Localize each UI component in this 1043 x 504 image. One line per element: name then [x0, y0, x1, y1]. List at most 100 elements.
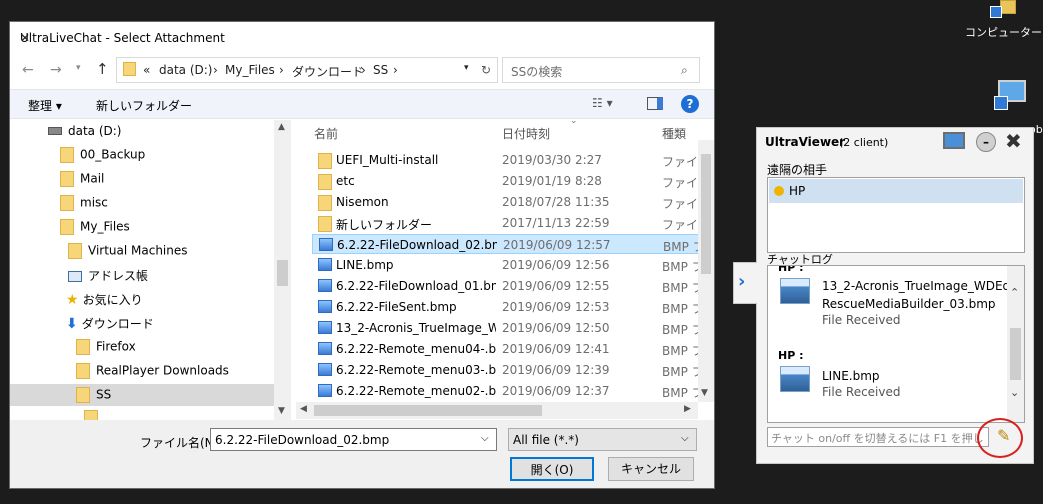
tree-item-virtual-machines[interactable]: Virtual Machines	[68, 243, 188, 265]
view-options-icon[interactable]: ☷ ▾	[592, 96, 613, 110]
file-type: ファイル	[662, 197, 702, 211]
scroll-left-icon[interactable]: ◀	[300, 404, 307, 414]
file-row[interactable]: LINE.bmp 2019/06/09 12:56 BMP フ	[312, 255, 706, 275]
bmp-file-icon	[318, 279, 332, 292]
search-icon[interactable]: ⌕	[681, 63, 688, 78]
search-input[interactable]: SSの検索	[511, 63, 562, 80]
tree-item-firefox[interactable]: Firefox	[76, 339, 136, 361]
tree-item-address-book[interactable]: アドレス帳	[68, 267, 148, 289]
tree-scroll-thumb[interactable]	[277, 260, 288, 286]
refresh-icon[interactable]: ↻	[481, 63, 491, 77]
breadcrumb-data-drive[interactable]: data (D:)	[159, 63, 213, 77]
chevron-right-icon[interactable]: ›	[361, 63, 366, 77]
file-date: 2019/06/09 12:50	[502, 321, 610, 335]
close-icon[interactable]: ✖	[1005, 129, 1022, 153]
column-name-header[interactable]: 名前	[314, 125, 338, 142]
file-name: etc	[336, 174, 355, 188]
recent-dropdown-icon[interactable]: ▾	[76, 63, 81, 73]
file-row[interactable]: 新しいフォルダー 2017/11/13 22:59 ファイル	[312, 213, 706, 233]
desktop-network-icon[interactable]	[994, 76, 1034, 116]
file-row[interactable]: 13_2-Acronis_TrueImage_W... 2019/06/09 12…	[312, 318, 706, 338]
chevron-right-icon[interactable]: ›	[738, 271, 745, 292]
tree-item-label: misc	[80, 195, 108, 210]
file-list-hscrollbar[interactable]: ◀ ▶	[296, 402, 698, 419]
chevron-right-icon[interactable]: ›	[213, 63, 218, 77]
forward-arrow-icon[interactable]: →	[50, 62, 62, 78]
breadcrumb-my-files[interactable]: My_Files	[225, 63, 275, 77]
new-folder-button[interactable]: 新しいフォルダー	[96, 97, 192, 114]
search-box[interactable]: SSの検索 ⌕	[502, 57, 700, 83]
chat-scrollbar[interactable]: ⌃ ⌄	[1007, 266, 1024, 422]
scroll-up-icon[interactable]: ▲	[278, 122, 285, 132]
message-file-name-cont[interactable]: RescueMediaBuilder_03.bmp	[822, 297, 996, 311]
filename-input[interactable]: 6.2.22-FileDownload_02.bmp ⌵	[210, 428, 497, 451]
scroll-up-icon[interactable]: ⌃	[1010, 286, 1019, 299]
tree-item-favorites[interactable]: ★ お気に入り	[66, 291, 143, 313]
breadcrumb-overflow[interactable]: «	[143, 63, 150, 77]
tree-item-misc[interactable]: misc	[60, 195, 108, 217]
chevron-down-icon[interactable]: ⌵	[681, 433, 689, 444]
tree-item-my-files[interactable]: My_Files	[60, 219, 130, 241]
file-row[interactable]: etc 2019/01/19 8:28 ファイル	[312, 171, 706, 191]
chevron-right-icon[interactable]: ›	[393, 63, 398, 77]
desktop-computer-icon[interactable]	[990, 0, 1030, 22]
chevron-down-icon[interactable]: ⌵	[481, 433, 489, 444]
file-type: BMP フ	[662, 281, 702, 295]
file-list-vscrollbar[interactable]: ▼	[698, 140, 714, 402]
uv-title: UltraViewer	[765, 135, 846, 149]
filetype-select[interactable]: All file (*.*) ⌵	[508, 428, 697, 451]
address-bar[interactable]: « data (D:) › My_Files › ダウンロード › SS › ▾…	[116, 57, 498, 83]
file-row[interactable]: Nisemon 2018/07/28 11:35 ファイル	[312, 192, 706, 212]
partner-heading: 遠隔の相手	[767, 163, 828, 177]
close-icon[interactable]: ✕	[20, 31, 702, 45]
message-file-name[interactable]: 13_2-Acronis_TrueImage_WDEdit	[822, 279, 1008, 293]
tree-item-backup[interactable]: 00_Backup	[60, 147, 145, 169]
tree-item-mail[interactable]: Mail	[60, 171, 104, 193]
back-arrow-icon[interactable]: ←	[22, 62, 34, 78]
scroll-down-icon[interactable]: ▼	[701, 388, 708, 398]
partner-item[interactable]: HP	[769, 179, 1023, 203]
scroll-down-icon[interactable]: ⌄	[1010, 386, 1019, 399]
tree-item-realplayer[interactable]: RealPlayer Downloads	[76, 363, 229, 385]
file-row[interactable]: 6.2.22-FileDownload_02.bmp 2019/06/09 12:…	[312, 234, 706, 254]
scroll-down-icon[interactable]: ▼	[278, 406, 285, 416]
file-row[interactable]: 6.2.22-Remote_menu03-.bmp 2019/06/09 12:3…	[312, 360, 706, 380]
file-name: 新しいフォルダー	[336, 218, 433, 232]
organize-button[interactable]: 整理 ▾	[28, 97, 62, 114]
chevron-right-icon[interactable]: ›	[279, 63, 284, 77]
address-dropdown-icon[interactable]: ▾	[464, 63, 469, 73]
tree-item-downloads[interactable]: ⬇ ダウンロード	[66, 315, 154, 337]
preview-pane-icon[interactable]	[647, 97, 663, 110]
chat-scroll-thumb[interactable]	[1010, 328, 1021, 380]
cancel-button[interactable]: キャンセル	[608, 457, 694, 481]
select-attachment-dialog: UltraLiveChat - Select Attachment ✕ ← → …	[9, 21, 715, 489]
minimize-icon[interactable]: –	[976, 132, 996, 152]
file-row[interactable]: UEFI_Multi-install 2019/03/30 2:27 ファイル	[312, 150, 706, 170]
breadcrumb-downloads[interactable]: ダウンロード	[292, 63, 364, 80]
file-row[interactable]: 6.2.22-Remote_menu02-.bmp 2019/06/09 12:3…	[312, 381, 706, 401]
folder-icon	[60, 195, 74, 211]
monitor-icon[interactable]	[943, 132, 965, 149]
tree-item-data-drive[interactable]: data (D:)	[48, 124, 122, 146]
column-date-header[interactable]: 日付時刻	[502, 125, 550, 142]
file-list-scroll-thumb[interactable]	[701, 154, 711, 274]
tree-scrollbar[interactable]: ▲ ▼	[274, 120, 291, 420]
file-name: 6.2.22-Remote_menu02-.bmp	[336, 384, 496, 398]
tree-item-ss[interactable]: SS	[76, 387, 111, 409]
breadcrumb-ss[interactable]: SS	[373, 63, 388, 77]
message-file-name[interactable]: LINE.bmp	[822, 369, 880, 383]
chat-input[interactable]: チャット on/off を切替えるには F1 を押し	[767, 427, 989, 447]
file-row[interactable]: 6.2.22-FileSent.bmp 2019/06/09 12:53 BMP フ	[312, 297, 706, 317]
help-icon[interactable]: ?	[681, 95, 699, 113]
open-button[interactable]: 開く(O)	[510, 457, 594, 481]
file-row[interactable]: 6.2.22-Remote_menu04-.bmp 2019/06/09 12:4…	[312, 339, 706, 359]
file-type: BMP フ	[662, 323, 702, 337]
scroll-right-icon[interactable]: ▶	[684, 404, 691, 414]
bmp-file-icon	[319, 238, 333, 251]
up-arrow-icon[interactable]: ↑	[96, 60, 109, 78]
file-row[interactable]: 6.2.22-FileDownload_01.bmp 2019/06/09 12:…	[312, 276, 706, 296]
chat-expand-tab[interactable]: ›	[733, 262, 757, 304]
column-type-header[interactable]: 種類	[662, 125, 686, 142]
ultraviewer-panel: UltraViewer (2 client) – ✖ 遠隔の相手 HP チャット…	[756, 127, 1034, 464]
file-list-hscroll-thumb[interactable]	[314, 405, 542, 416]
